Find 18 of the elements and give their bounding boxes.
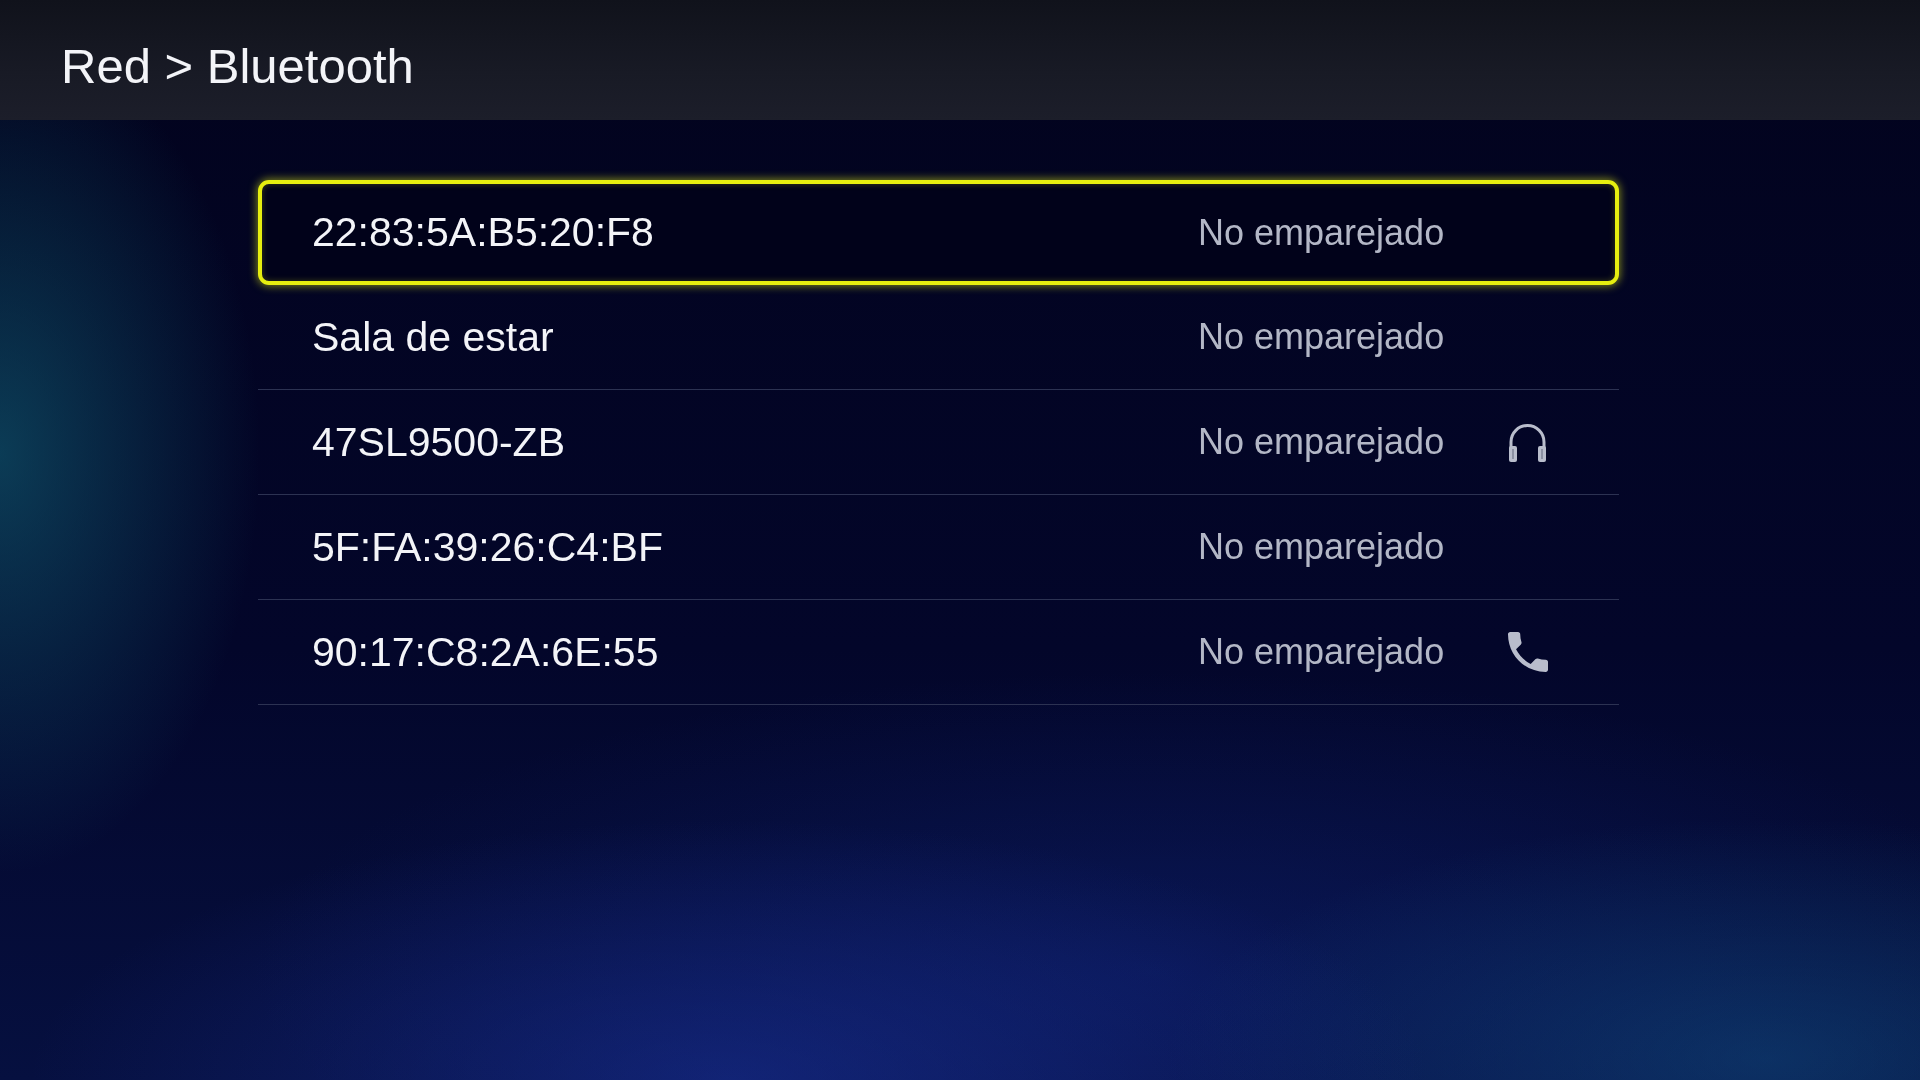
breadcrumb-title: Red > Bluetooth — [61, 38, 414, 94]
device-name: 47SL9500-ZB — [312, 418, 566, 466]
device-list-item[interactable]: 5F:FA:39:26:C4:BF No emparejado — [258, 495, 1619, 600]
device-name: 90:17:C8:2A:6E:55 — [312, 628, 660, 676]
device-name: 5F:FA:39:26:C4:BF — [312, 523, 664, 571]
pairing-status: No emparejado — [1198, 211, 1446, 254]
device-list-item[interactable]: 47SL9500-ZB No emparejado — [258, 390, 1619, 495]
pairing-status: No emparejado — [1198, 421, 1446, 463]
pairing-status: No emparejado — [1198, 526, 1446, 568]
device-name: Sala de estar — [312, 313, 555, 361]
device-name: 22:83:5A:B5:20:F8 — [312, 209, 655, 256]
headphones-icon — [1507, 422, 1548, 462]
pairing-status: No emparejado — [1198, 316, 1446, 358]
device-list-item[interactable]: 90:17:C8:2A:6E:55 No emparejado — [258, 600, 1619, 705]
device-list-item[interactable]: 22:83:5A:B5:20:F8 No emparejado — [258, 180, 1619, 285]
device-list-item[interactable]: Sala de estar No emparejado — [258, 285, 1619, 390]
phone-icon — [1507, 632, 1548, 672]
pairing-status: No emparejado — [1198, 631, 1446, 673]
